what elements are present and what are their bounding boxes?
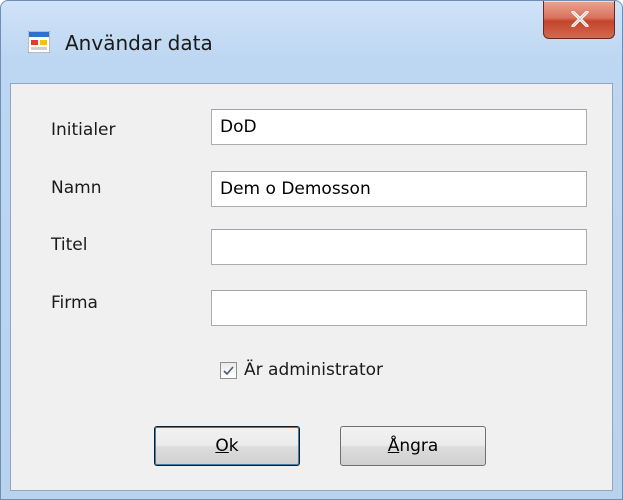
firma-input[interactable]: [211, 290, 587, 326]
ok-mnemonic: O: [215, 436, 229, 456]
initialer-input[interactable]: [211, 109, 587, 145]
title-bar[interactable]: Användar data: [1, 1, 622, 83]
admin-checkbox-row[interactable]: Är administrator: [220, 358, 383, 382]
dialog-body: Initialer Namn Titel Firma Är administra…: [10, 83, 613, 491]
admin-checkbox[interactable]: [220, 361, 237, 379]
namn-input[interactable]: [211, 171, 587, 207]
dialog-window: Användar data Initialer Namn Titel Firma…: [0, 0, 623, 500]
label-initialer: Initialer: [51, 120, 116, 140]
close-button[interactable]: [543, 1, 615, 39]
label-firma: Firma: [51, 293, 98, 313]
ok-button[interactable]: Ok: [154, 426, 300, 466]
titel-input[interactable]: [211, 229, 587, 265]
window-title: Användar data: [65, 31, 213, 55]
label-namn: Namn: [51, 178, 102, 198]
close-x-icon: [571, 11, 589, 27]
cancel-button[interactable]: Ångra: [340, 426, 486, 466]
ok-label-rest: k: [228, 436, 239, 456]
checkmark-icon: [223, 365, 234, 375]
admin-checkbox-label: Är administrator: [244, 360, 383, 380]
cancel-label-rest: ngra: [399, 436, 439, 456]
label-titel: Titel: [51, 235, 88, 255]
cancel-mnemonic: Å: [387, 436, 400, 456]
form-window-icon: [27, 30, 51, 54]
